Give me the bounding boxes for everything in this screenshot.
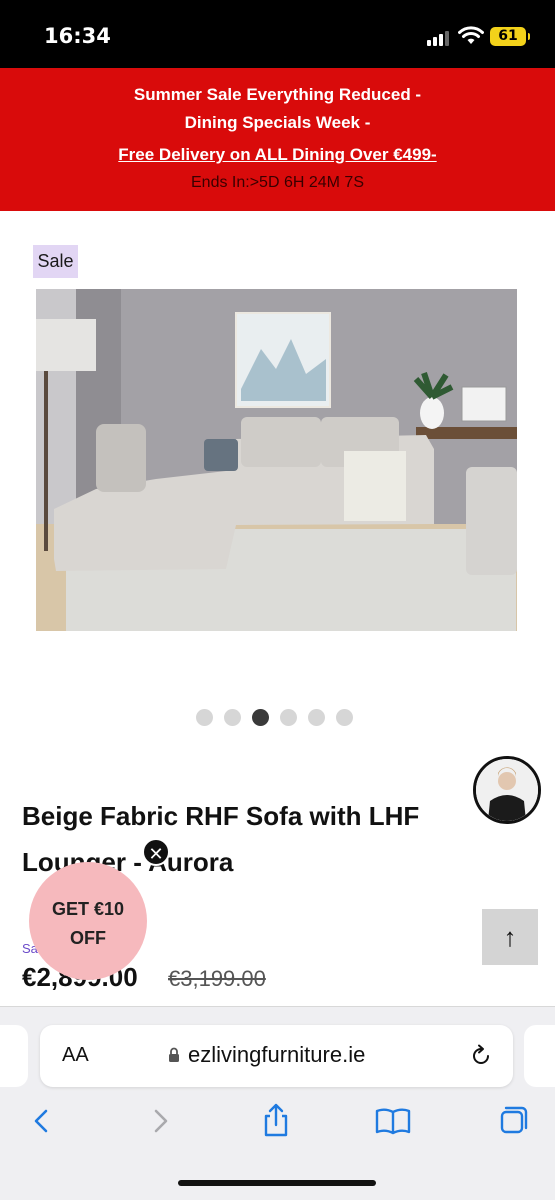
gallery-dot[interactable] [196,708,213,726]
status-time: 16:34 [44,24,111,48]
url-text[interactable]: ezlivingfurniture.ie [188,1042,365,1068]
forward-icon[interactable] [140,1101,180,1141]
offer-line: GET €10 [51,899,125,919]
share-icon[interactable] [256,1101,296,1141]
scroll-to-top-button[interactable]: ↑ [482,909,538,965]
signal-icon [427,30,453,46]
close-icon[interactable]: ✕ [142,838,170,866]
home-indicator[interactable] [178,1180,376,1186]
gallery-dot[interactable] [308,708,325,726]
sale-countdown: Ends In:>5D 6H 24M 7S [191,174,364,191]
next-tab-preview[interactable] [524,1025,555,1087]
arrow-up-icon: ↑ [503,922,517,952]
lock-icon [169,1047,179,1062]
gallery-dot-active[interactable] [252,708,269,726]
sale-badge: Sale [33,245,78,278]
gallery-dot[interactable] [280,708,297,726]
chat-avatar[interactable] [473,756,541,824]
previous-tab-preview[interactable] [0,1025,28,1087]
gallery-dot[interactable] [224,708,241,726]
gallery-dot[interactable] [336,708,353,726]
wifi-icon [458,26,484,44]
offer-line: OFF [70,928,106,948]
promo-line: Summer Sale Everything Reduced - [133,85,422,104]
free-delivery-link[interactable]: Free Delivery on ALL Dining Over €499- [0,145,555,165]
tabs-icon[interactable] [492,1101,532,1141]
text-size-button[interactable]: AA [62,1044,89,1067]
status-bar: 16:34 61 [0,0,555,68]
browser-toolbar: AA ezlivingfurniture.ie [0,1006,555,1200]
address-bar[interactable]: AA ezlivingfurniture.ie [40,1025,513,1087]
discount-offer-button[interactable]: GET €10 OFF [29,862,147,980]
gallery-dots [196,708,353,726]
reload-icon[interactable] [468,1043,494,1069]
back-icon[interactable] [22,1101,62,1141]
battery-icon: 61 [490,27,530,46]
product-image[interactable] [36,289,517,631]
product-title-line: Beige Fabric RHF Sofa with LHF [22,801,420,831]
original-price: €3,199.00 [168,966,266,991]
bookmarks-icon[interactable] [373,1101,413,1141]
promo-banner: Summer Sale Everything Reduced - Dining … [0,68,555,211]
promo-line: Dining Specials Week - [184,113,371,132]
browser-nav [0,1101,555,1151]
